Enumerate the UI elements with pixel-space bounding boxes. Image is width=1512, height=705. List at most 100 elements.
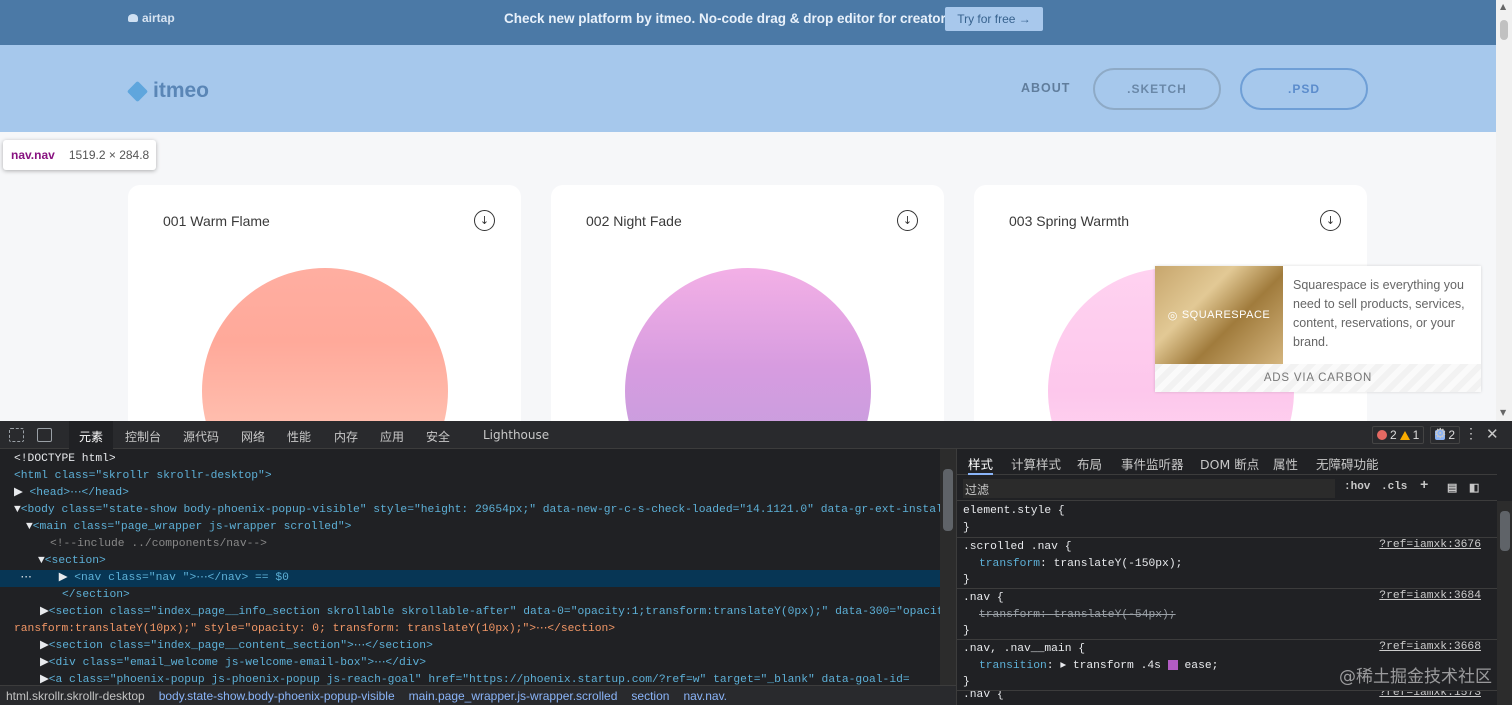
expand-arrow-icon[interactable]: ▶ bbox=[40, 674, 49, 685]
styles-scroll-thumb[interactable] bbox=[1500, 511, 1510, 551]
gradient-card: 002 Night Fade ↓ bbox=[551, 185, 944, 421]
tab-elements[interactable]: 元素 bbox=[69, 421, 114, 449]
rule-source-link[interactable]: ?ref=iamxk:3676 bbox=[1379, 539, 1481, 551]
dom-line[interactable]: <html class="skrollr skrollr-desktop"> bbox=[14, 468, 272, 485]
tab-network[interactable]: 网络 bbox=[241, 428, 265, 445]
try-for-free-button[interactable]: Try for free → bbox=[945, 7, 1043, 31]
tab-application[interactable]: 应用 bbox=[380, 428, 404, 445]
rule-source-link[interactable]: ?ref=iamxk:3668 bbox=[1379, 641, 1481, 653]
ad-text[interactable]: Squarespace is everything you need to se… bbox=[1293, 276, 1473, 352]
dom-line-text: <section class="index_page__info_section… bbox=[48, 606, 940, 618]
rule-property[interactable]: transform bbox=[979, 558, 1040, 570]
more-options-icon[interactable]: ⋮ bbox=[1464, 426, 1478, 443]
dom-line-selected[interactable]: ⋯ ▶ <nav class="nav ">⋯</nav> == $0 bbox=[0, 570, 940, 587]
crumb-main[interactable]: main.page_wrapper.js-wrapper.scrolled bbox=[409, 689, 618, 703]
paint-bucket-icon[interactable]: ▤ bbox=[1447, 481, 1457, 495]
styles-scrollbar[interactable] bbox=[1497, 501, 1512, 705]
rule-value-overridden[interactable]: translateY(-54px); bbox=[1054, 609, 1176, 621]
rule-value[interactable]: translateY(-150px); bbox=[1054, 558, 1183, 570]
dom-line[interactable]: ▶ <head>⋯</head> bbox=[14, 485, 129, 502]
expand-arrow-icon[interactable]: ▶ bbox=[40, 657, 49, 669]
nav-sketch-button[interactable]: .SKETCH bbox=[1093, 68, 1221, 110]
expand-arrow-icon[interactable]: ▶ bbox=[40, 606, 49, 618]
tab-security[interactable]: 安全 bbox=[426, 428, 450, 445]
tab-computed[interactable]: 计算样式 bbox=[1011, 454, 1061, 473]
nav-about-link[interactable]: ABOUT bbox=[1021, 81, 1070, 95]
sidebar-toggle-icon[interactable]: ◧ bbox=[1469, 481, 1479, 495]
expand-shorthand-icon[interactable]: ▸ bbox=[1060, 660, 1066, 672]
error-badge[interactable]: 21 bbox=[1371, 426, 1425, 444]
style-rule[interactable]: .nav { ?ref=iamxk:1573 bbox=[957, 691, 1497, 705]
collapse-arrow-icon[interactable]: ▼ bbox=[38, 555, 45, 567]
itmeo-logo[interactable]: itmeo bbox=[126, 79, 209, 103]
dom-line[interactable]: ▶<section class="index_page__info_sectio… bbox=[40, 604, 940, 621]
dom-line[interactable]: <!DOCTYPE html> bbox=[14, 451, 116, 468]
add-rule-icon[interactable]: + bbox=[1420, 478, 1428, 494]
style-rule[interactable]: .nav { ?ref=iamxk:3684 transform: transl… bbox=[957, 589, 1497, 640]
tab-memory[interactable]: 内存 bbox=[334, 428, 358, 445]
tab-accessibility[interactable]: 无障碍功能 bbox=[1316, 454, 1379, 473]
tooltip-tag: nav.nav bbox=[11, 148, 55, 162]
download-icon[interactable]: ↓ bbox=[1320, 210, 1341, 231]
collapse-arrow-icon[interactable]: ▼ bbox=[14, 504, 21, 516]
crumb-body[interactable]: body.state-show.body-phoenix-popup-visib… bbox=[159, 689, 395, 703]
expand-arrow-icon[interactable]: ▶ bbox=[14, 487, 29, 499]
crumb-nav[interactable]: nav.nav. bbox=[683, 689, 727, 703]
dom-line[interactable]: ransform:translateY(10px);" style="opaci… bbox=[14, 621, 615, 638]
tab-sources[interactable]: 源代码 bbox=[183, 428, 219, 445]
dom-line[interactable]: ▼<body class="state-show body-phoenix-po… bbox=[14, 502, 940, 519]
tab-layout[interactable]: 布局 bbox=[1077, 454, 1102, 473]
dom-scrollbar[interactable] bbox=[940, 449, 956, 685]
rule-value[interactable]: transform .4s bbox=[1073, 660, 1161, 672]
dom-line[interactable]: </section> bbox=[62, 587, 130, 604]
rule-source-link[interactable]: ?ref=iamxk:1573 bbox=[1379, 691, 1481, 699]
nav-psd-button[interactable]: .PSD bbox=[1240, 68, 1368, 110]
rule-property[interactable]: transition bbox=[979, 660, 1047, 672]
style-rule[interactable]: element.style { } bbox=[957, 502, 1497, 538]
filter-input[interactable]: 过滤 bbox=[963, 479, 1335, 498]
dom-line[interactable]: <!--include ../components/nav--> bbox=[50, 536, 267, 553]
rule-property-overridden[interactable]: transform bbox=[979, 609, 1040, 621]
inspect-element-icon[interactable] bbox=[9, 428, 24, 442]
download-icon[interactable]: ↓ bbox=[474, 210, 495, 231]
crumb-section[interactable]: section bbox=[631, 689, 669, 703]
cls-toggle[interactable]: .cls bbox=[1381, 481, 1407, 493]
crumb-html[interactable]: html.skrollr.skrollr-desktop bbox=[6, 689, 145, 703]
dom-line[interactable]: ▶<a class="phoenix-popup js-phoenix-popu… bbox=[40, 672, 910, 685]
ad-image[interactable]: ◎ SQUARESPACE bbox=[1155, 266, 1283, 364]
device-toggle-icon[interactable] bbox=[37, 428, 52, 442]
download-icon[interactable]: ↓ bbox=[897, 210, 918, 231]
page-scrollbar[interactable]: ▲ ▼ bbox=[1496, 0, 1512, 421]
rule-value-easing[interactable]: ease; bbox=[1185, 660, 1219, 672]
dom-scroll-thumb[interactable] bbox=[943, 469, 953, 531]
easing-editor-icon[interactable] bbox=[1167, 660, 1178, 671]
style-rule[interactable]: .scrolled .nav { ?ref=iamxk:3676 transfo… bbox=[957, 538, 1497, 589]
tab-properties[interactable]: 属性 bbox=[1273, 454, 1298, 473]
collapse-arrow-icon[interactable]: ▼ bbox=[26, 521, 33, 533]
airtap-brand[interactable]: airtap bbox=[128, 11, 175, 25]
tab-performance[interactable]: 性能 bbox=[287, 428, 311, 445]
scroll-thumb[interactable] bbox=[1500, 20, 1508, 40]
styles-pane: 样式 计算样式 布局 事件监听器 DOM 断点 属性 无障碍功能 过滤 :hov… bbox=[956, 449, 1512, 705]
scroll-up-icon[interactable]: ▲ bbox=[1500, 2, 1506, 11]
scroll-down-icon[interactable]: ▼ bbox=[1500, 408, 1506, 417]
hov-toggle[interactable]: :hov bbox=[1344, 481, 1370, 493]
tab-event-listeners[interactable]: 事件监听器 bbox=[1121, 454, 1184, 473]
carbon-ad[interactable]: ◎ SQUARESPACE Squarespace is everything y… bbox=[1155, 266, 1481, 392]
expand-arrow-icon[interactable]: ▶ bbox=[40, 640, 49, 652]
tab-lighthouse[interactable]: Lighthouse bbox=[483, 428, 549, 442]
dom-line[interactable]: ▼<section> bbox=[38, 553, 106, 570]
dom-line[interactable]: ▼<main class="page_wrapper js-wrapper sc… bbox=[26, 519, 351, 536]
dom-line[interactable]: ▶<section class="index_page__content_sec… bbox=[40, 638, 433, 655]
dom-line[interactable]: ▶<div class="email_welcome js-welcome-em… bbox=[40, 655, 426, 672]
message-count: 2 bbox=[1448, 428, 1455, 442]
close-devtools-icon[interactable]: ✕ bbox=[1486, 425, 1499, 444]
dom-line-text: <html class="skrollr skrollr-desktop"> bbox=[14, 470, 272, 482]
tab-dom-breakpoints[interactable]: DOM 断点 bbox=[1200, 454, 1259, 473]
airtap-logo-icon bbox=[128, 14, 138, 22]
settings-gear-icon[interactable]: ⚙ bbox=[1434, 426, 1447, 443]
tab-console[interactable]: 控制台 bbox=[125, 428, 161, 445]
tab-styles[interactable]: 样式 bbox=[968, 454, 994, 475]
rule-source-link[interactable]: ?ref=iamxk:3684 bbox=[1379, 590, 1481, 602]
ad-footer[interactable]: ADS VIA CARBON bbox=[1155, 364, 1481, 392]
